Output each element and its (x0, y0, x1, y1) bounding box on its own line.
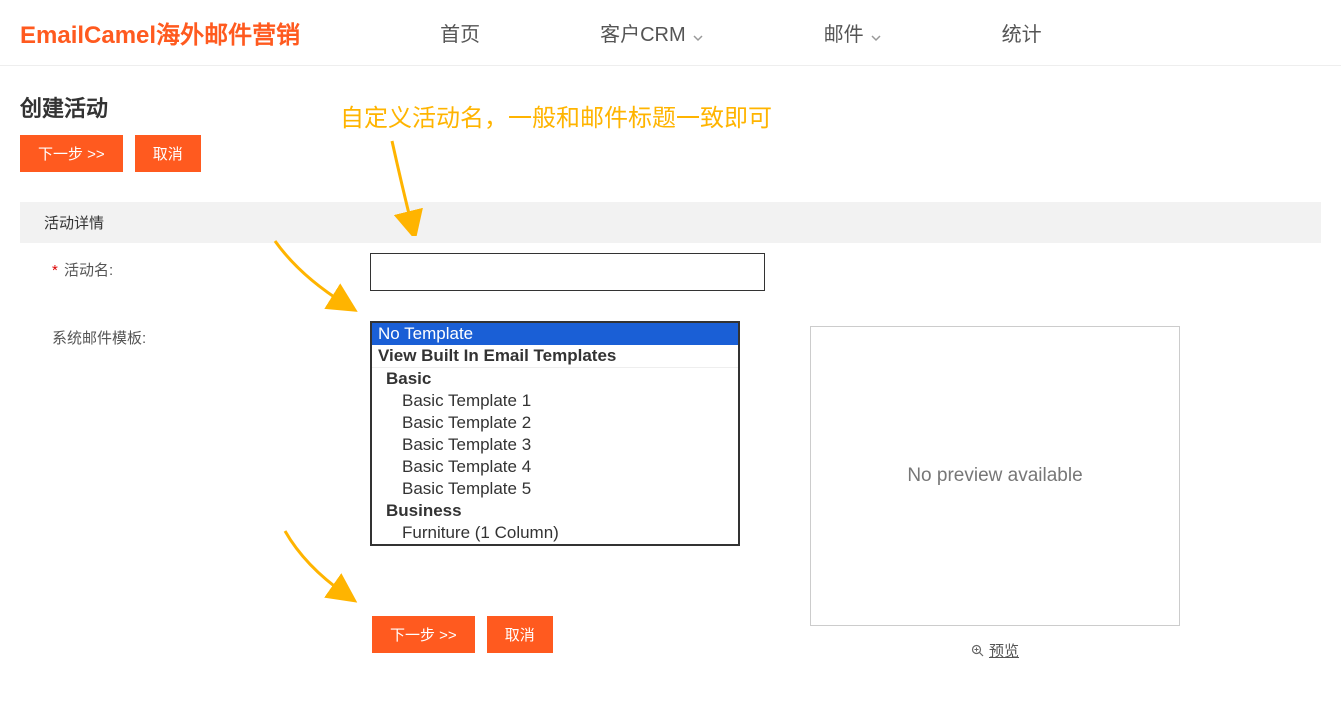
header: EmailCamel海外邮件营销 首页 客户CRM 邮件 统计 (0, 0, 1341, 66)
next-button-top[interactable]: 下一步 >> (20, 135, 123, 172)
nav-stats[interactable]: 统计 (1002, 18, 1042, 47)
template-option[interactable]: Basic Template 4 (372, 456, 738, 478)
activity-name-input[interactable] (370, 253, 765, 291)
template-group-business: Business (372, 500, 738, 522)
template-group-basic: Basic (372, 368, 738, 390)
required-mark: * (52, 262, 58, 279)
chevron-down-icon (692, 27, 704, 39)
section-header: 活动详情 (20, 202, 1321, 243)
template-option[interactable]: Basic Template 2 (372, 412, 738, 434)
cancel-button-top[interactable]: 取消 (135, 135, 201, 172)
main-nav: 首页 客户CRM 邮件 统计 (440, 18, 1042, 47)
logo: EmailCamel海外邮件营销 (20, 15, 300, 50)
content: 创建活动 下一步 >> 取消 自定义活动名，一般和邮件标题一致即可 活动详情 *… (0, 66, 1341, 673)
template-option[interactable]: Basic Template 1 (372, 390, 738, 412)
chevron-down-icon (870, 27, 882, 39)
preview-panel: No preview available 预览 (810, 326, 1180, 663)
activity-name-row: * 活动名: (20, 243, 1321, 291)
preview-link-row: 预览 (810, 640, 1180, 663)
activity-name-label: * 活动名: (40, 253, 370, 280)
top-button-row: 下一步 >> 取消 (20, 135, 1321, 172)
page-title: 创建活动 (20, 91, 1321, 123)
template-option-none[interactable]: No Template (372, 323, 738, 345)
next-button-bottom[interactable]: 下一步 >> (372, 616, 475, 653)
template-header-builtin: View Built In Email Templates (372, 345, 738, 368)
template-option[interactable]: Basic Template 5 (372, 478, 738, 500)
template-label: 系统邮件模板: (40, 321, 370, 348)
cancel-button-bottom[interactable]: 取消 (487, 616, 553, 653)
nav-crm[interactable]: 客户CRM (600, 18, 704, 47)
nav-home[interactable]: 首页 (440, 18, 480, 47)
template-option[interactable]: Basic Template 3 (372, 434, 738, 456)
magnify-icon (971, 644, 985, 658)
template-option[interactable]: Furniture (1 Column) (372, 522, 738, 544)
preview-box: No preview available (810, 326, 1180, 626)
nav-mail[interactable]: 邮件 (824, 18, 882, 47)
template-listbox[interactable]: No Template View Built In Email Template… (370, 321, 740, 546)
preview-link[interactable]: 预览 (971, 640, 1019, 661)
